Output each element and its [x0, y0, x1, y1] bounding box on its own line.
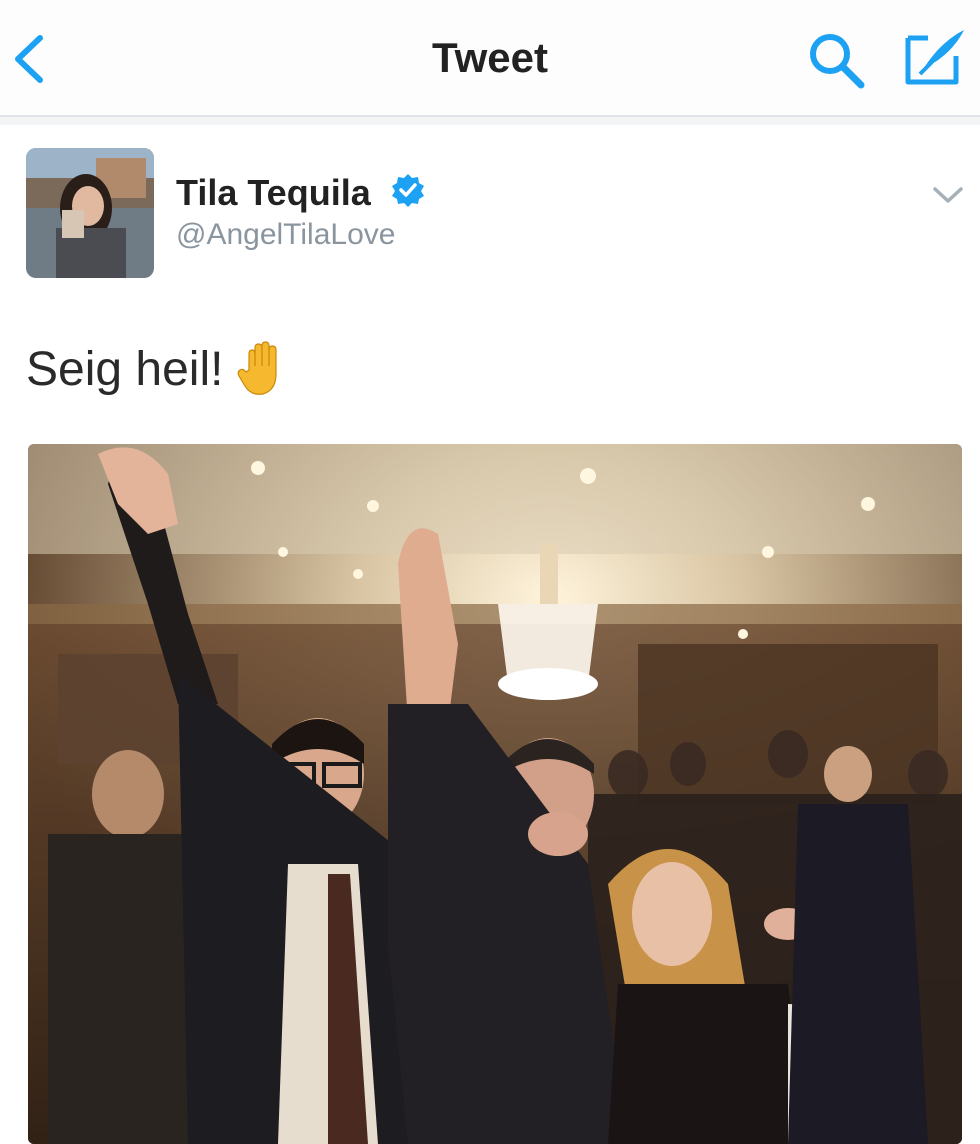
avatar[interactable]	[26, 148, 154, 278]
tweet-photo[interactable]	[28, 444, 962, 1144]
author-handle[interactable]: @AngelTilaLove	[176, 218, 395, 252]
tweet-text: Seig heil!	[26, 340, 287, 398]
top-nav-bar: Tweet	[0, 0, 980, 117]
search-icon[interactable]	[806, 30, 866, 90]
verified-badge-icon	[392, 174, 424, 207]
chevron-down-icon[interactable]	[930, 180, 966, 210]
tweet-body: Seig heil!	[26, 342, 224, 396]
nav-divider	[0, 117, 980, 125]
raised-hand-emoji	[238, 341, 278, 395]
author-name[interactable]: Tila Tequila	[176, 172, 371, 214]
compose-icon[interactable]	[902, 26, 968, 88]
